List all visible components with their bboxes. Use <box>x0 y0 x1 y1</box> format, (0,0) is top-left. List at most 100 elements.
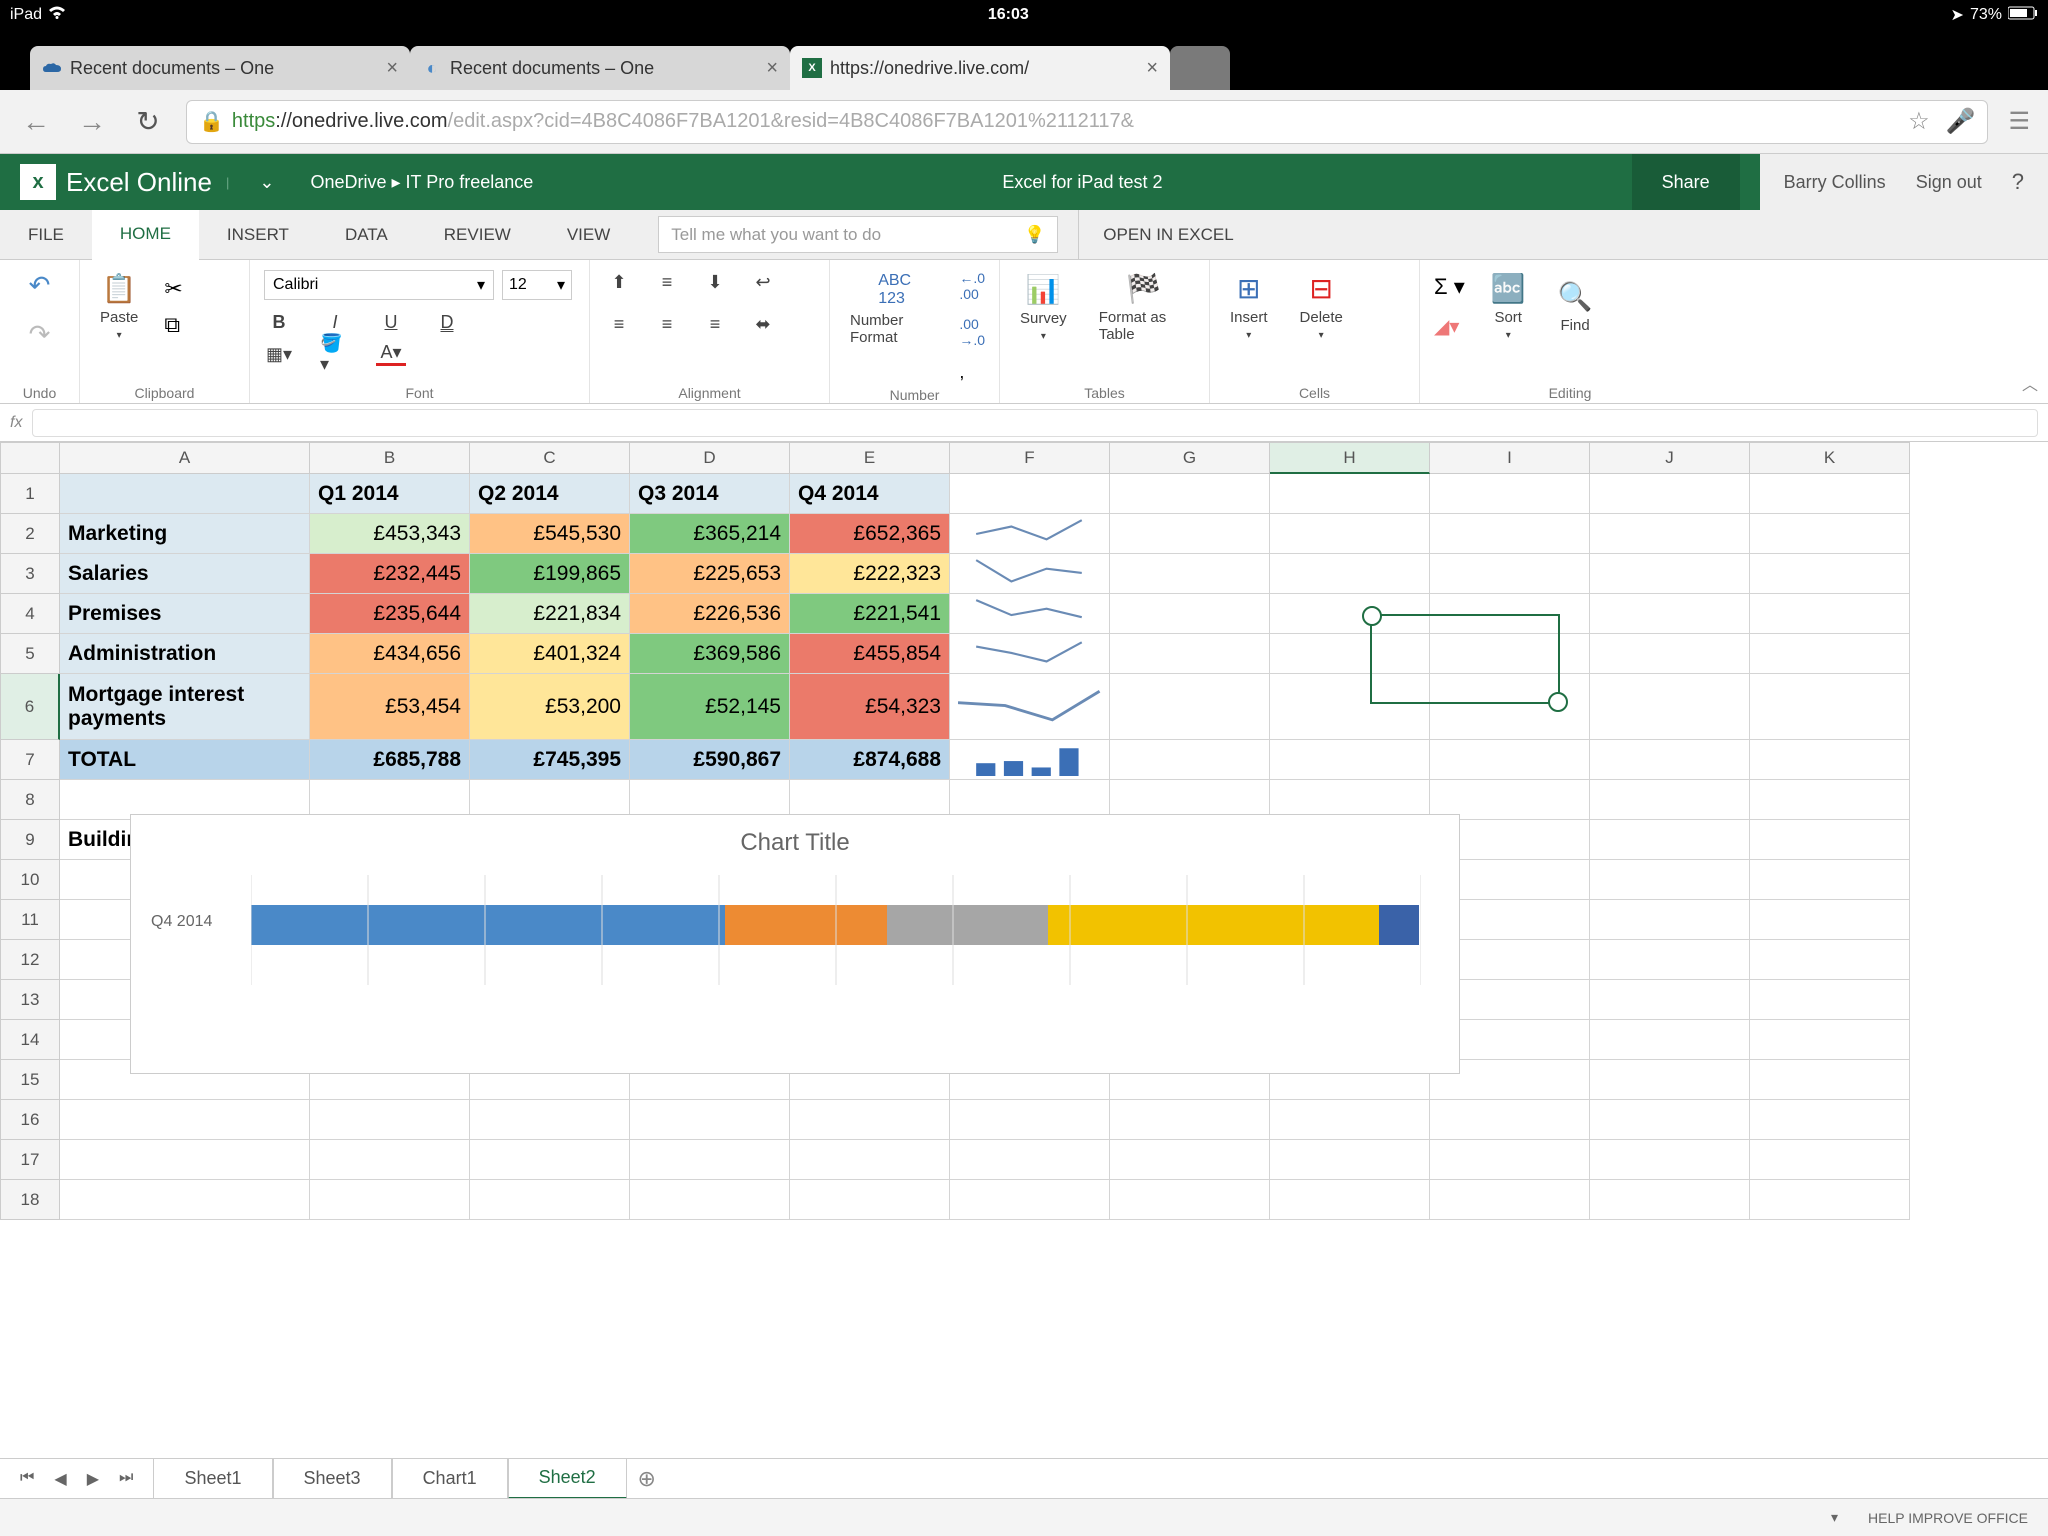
increase-decimal-icon[interactable]: ←.0.00 <box>959 270 985 302</box>
cell[interactable] <box>1750 1140 1910 1180</box>
cell[interactable]: £53,454 <box>310 674 470 740</box>
cell[interactable] <box>1750 474 1910 514</box>
cell[interactable]: £685,788 <box>310 740 470 780</box>
row-header[interactable]: 11 <box>0 900 60 940</box>
cell[interactable]: £455,854 <box>790 634 950 674</box>
column-header[interactable]: K <box>1750 442 1910 474</box>
select-all-corner[interactable] <box>0 442 60 474</box>
cell[interactable]: Premises <box>60 594 310 634</box>
cell[interactable] <box>1590 860 1750 900</box>
cell[interactable] <box>470 1100 630 1140</box>
cell[interactable]: TOTAL <box>60 740 310 780</box>
cell[interactable]: £434,656 <box>310 634 470 674</box>
sheet-nav-next-icon[interactable]: ▶ <box>87 1469 99 1489</box>
cell[interactable] <box>1590 514 1750 554</box>
cell[interactable] <box>1430 1100 1590 1140</box>
column-header[interactable]: F <box>950 442 1110 474</box>
signout-link[interactable]: Sign out <box>1916 172 1982 193</box>
cut-icon[interactable]: ✂ <box>164 276 182 302</box>
undo-icon[interactable]: ↶ <box>29 270 51 301</box>
cell[interactable] <box>1270 674 1430 740</box>
cell[interactable]: £652,365 <box>790 514 950 554</box>
column-header[interactable]: G <box>1110 442 1270 474</box>
add-sheet-button[interactable]: ⊕ <box>627 1466 667 1492</box>
row-header[interactable]: 4 <box>0 594 60 634</box>
status-menu-icon[interactable]: ▾ <box>1831 1509 1838 1526</box>
cell[interactable]: Administration <box>60 634 310 674</box>
cell[interactable] <box>1270 1100 1430 1140</box>
sheet-nav-prev-icon[interactable]: ◀ <box>54 1469 66 1489</box>
cell[interactable] <box>630 1180 790 1220</box>
cell[interactable]: £221,834 <box>470 594 630 634</box>
cell[interactable]: Mortgage interest payments <box>60 674 310 740</box>
cell[interactable]: £365,214 <box>630 514 790 554</box>
cell[interactable]: £874,688 <box>790 740 950 780</box>
sparkline-cell[interactable] <box>950 740 1110 780</box>
row-header[interactable]: 16 <box>0 1100 60 1140</box>
cell[interactable] <box>1590 674 1750 740</box>
cell[interactable] <box>1270 514 1430 554</box>
cell[interactable] <box>950 1140 1110 1180</box>
cell[interactable] <box>1590 900 1750 940</box>
column-header[interactable]: B <box>310 442 470 474</box>
cell[interactable] <box>1430 514 1590 554</box>
cell[interactable] <box>1590 980 1750 1020</box>
collapse-ribbon-icon[interactable]: ︿ <box>2022 371 2038 395</box>
ribbon-tab-view[interactable]: VIEW <box>539 210 638 259</box>
border-button[interactable]: ▦▾ <box>264 342 294 366</box>
cell[interactable] <box>1270 554 1430 594</box>
row-header[interactable]: 13 <box>0 980 60 1020</box>
cell[interactable] <box>1110 1100 1270 1140</box>
breadcrumb[interactable]: OneDrive ▸ IT Pro freelance <box>310 172 533 193</box>
cell[interactable]: Q4 2014 <box>790 474 950 514</box>
paste-button[interactable]: 📋 Paste ▾ <box>94 270 144 343</box>
cell[interactable] <box>1750 900 1910 940</box>
share-button[interactable]: Share <box>1632 154 1740 210</box>
cell[interactable] <box>1110 634 1270 674</box>
cell[interactable] <box>1270 1140 1430 1180</box>
cell[interactable] <box>1430 1140 1590 1180</box>
forward-icon[interactable]: → <box>74 106 110 138</box>
cell[interactable] <box>1590 474 1750 514</box>
cell[interactable] <box>1270 474 1430 514</box>
cell[interactable] <box>1430 474 1590 514</box>
fill-color-button[interactable]: 🪣▾ <box>320 342 350 366</box>
cell[interactable] <box>1430 634 1590 674</box>
cell[interactable] <box>1430 674 1590 740</box>
cell[interactable] <box>1750 820 1910 860</box>
sheet-tab[interactable]: Sheet2 <box>508 1459 627 1499</box>
browser-tab[interactable]: Recent documents – One × <box>30 46 410 90</box>
cell[interactable] <box>1750 740 1910 780</box>
cell[interactable]: £235,644 <box>310 594 470 634</box>
align-right-icon[interactable]: ≡ <box>700 312 730 336</box>
formula-input[interactable] <box>32 409 2038 437</box>
cell[interactable] <box>1590 1100 1750 1140</box>
column-header[interactable]: A <box>60 442 310 474</box>
cell[interactable] <box>310 1140 470 1180</box>
cell[interactable] <box>1590 740 1750 780</box>
open-in-excel[interactable]: OPEN IN EXCEL <box>1078 210 1257 259</box>
sheet-tab[interactable]: Chart1 <box>392 1459 508 1499</box>
merge-icon[interactable]: ⬌ <box>748 312 778 336</box>
column-header[interactable]: I <box>1430 442 1590 474</box>
row-header[interactable]: 3 <box>0 554 60 594</box>
address-bar[interactable]: 🔒 https://onedrive.live.com/edit.aspx?ci… <box>186 100 1988 144</box>
column-header[interactable]: J <box>1590 442 1750 474</box>
column-header[interactable]: H <box>1270 442 1430 474</box>
align-left-icon[interactable]: ≡ <box>604 312 634 336</box>
cell[interactable] <box>1110 514 1270 554</box>
cell[interactable] <box>630 1100 790 1140</box>
cell[interactable] <box>470 1180 630 1220</box>
cell[interactable] <box>1750 1100 1910 1140</box>
format-as-table-button[interactable]: 🏁Format as Table <box>1093 270 1195 345</box>
cell[interactable]: Q2 2014 <box>470 474 630 514</box>
autosum-icon[interactable]: Σ ▾ <box>1434 274 1465 300</box>
redo-icon[interactable]: ↷ <box>29 319 51 350</box>
cell[interactable] <box>1430 1180 1590 1220</box>
cell[interactable] <box>630 1140 790 1180</box>
cell[interactable]: Salaries <box>60 554 310 594</box>
cell[interactable] <box>950 1180 1110 1220</box>
user-name[interactable]: Barry Collins <box>1784 172 1886 193</box>
cell[interactable] <box>1110 594 1270 634</box>
cell[interactable] <box>1590 554 1750 594</box>
